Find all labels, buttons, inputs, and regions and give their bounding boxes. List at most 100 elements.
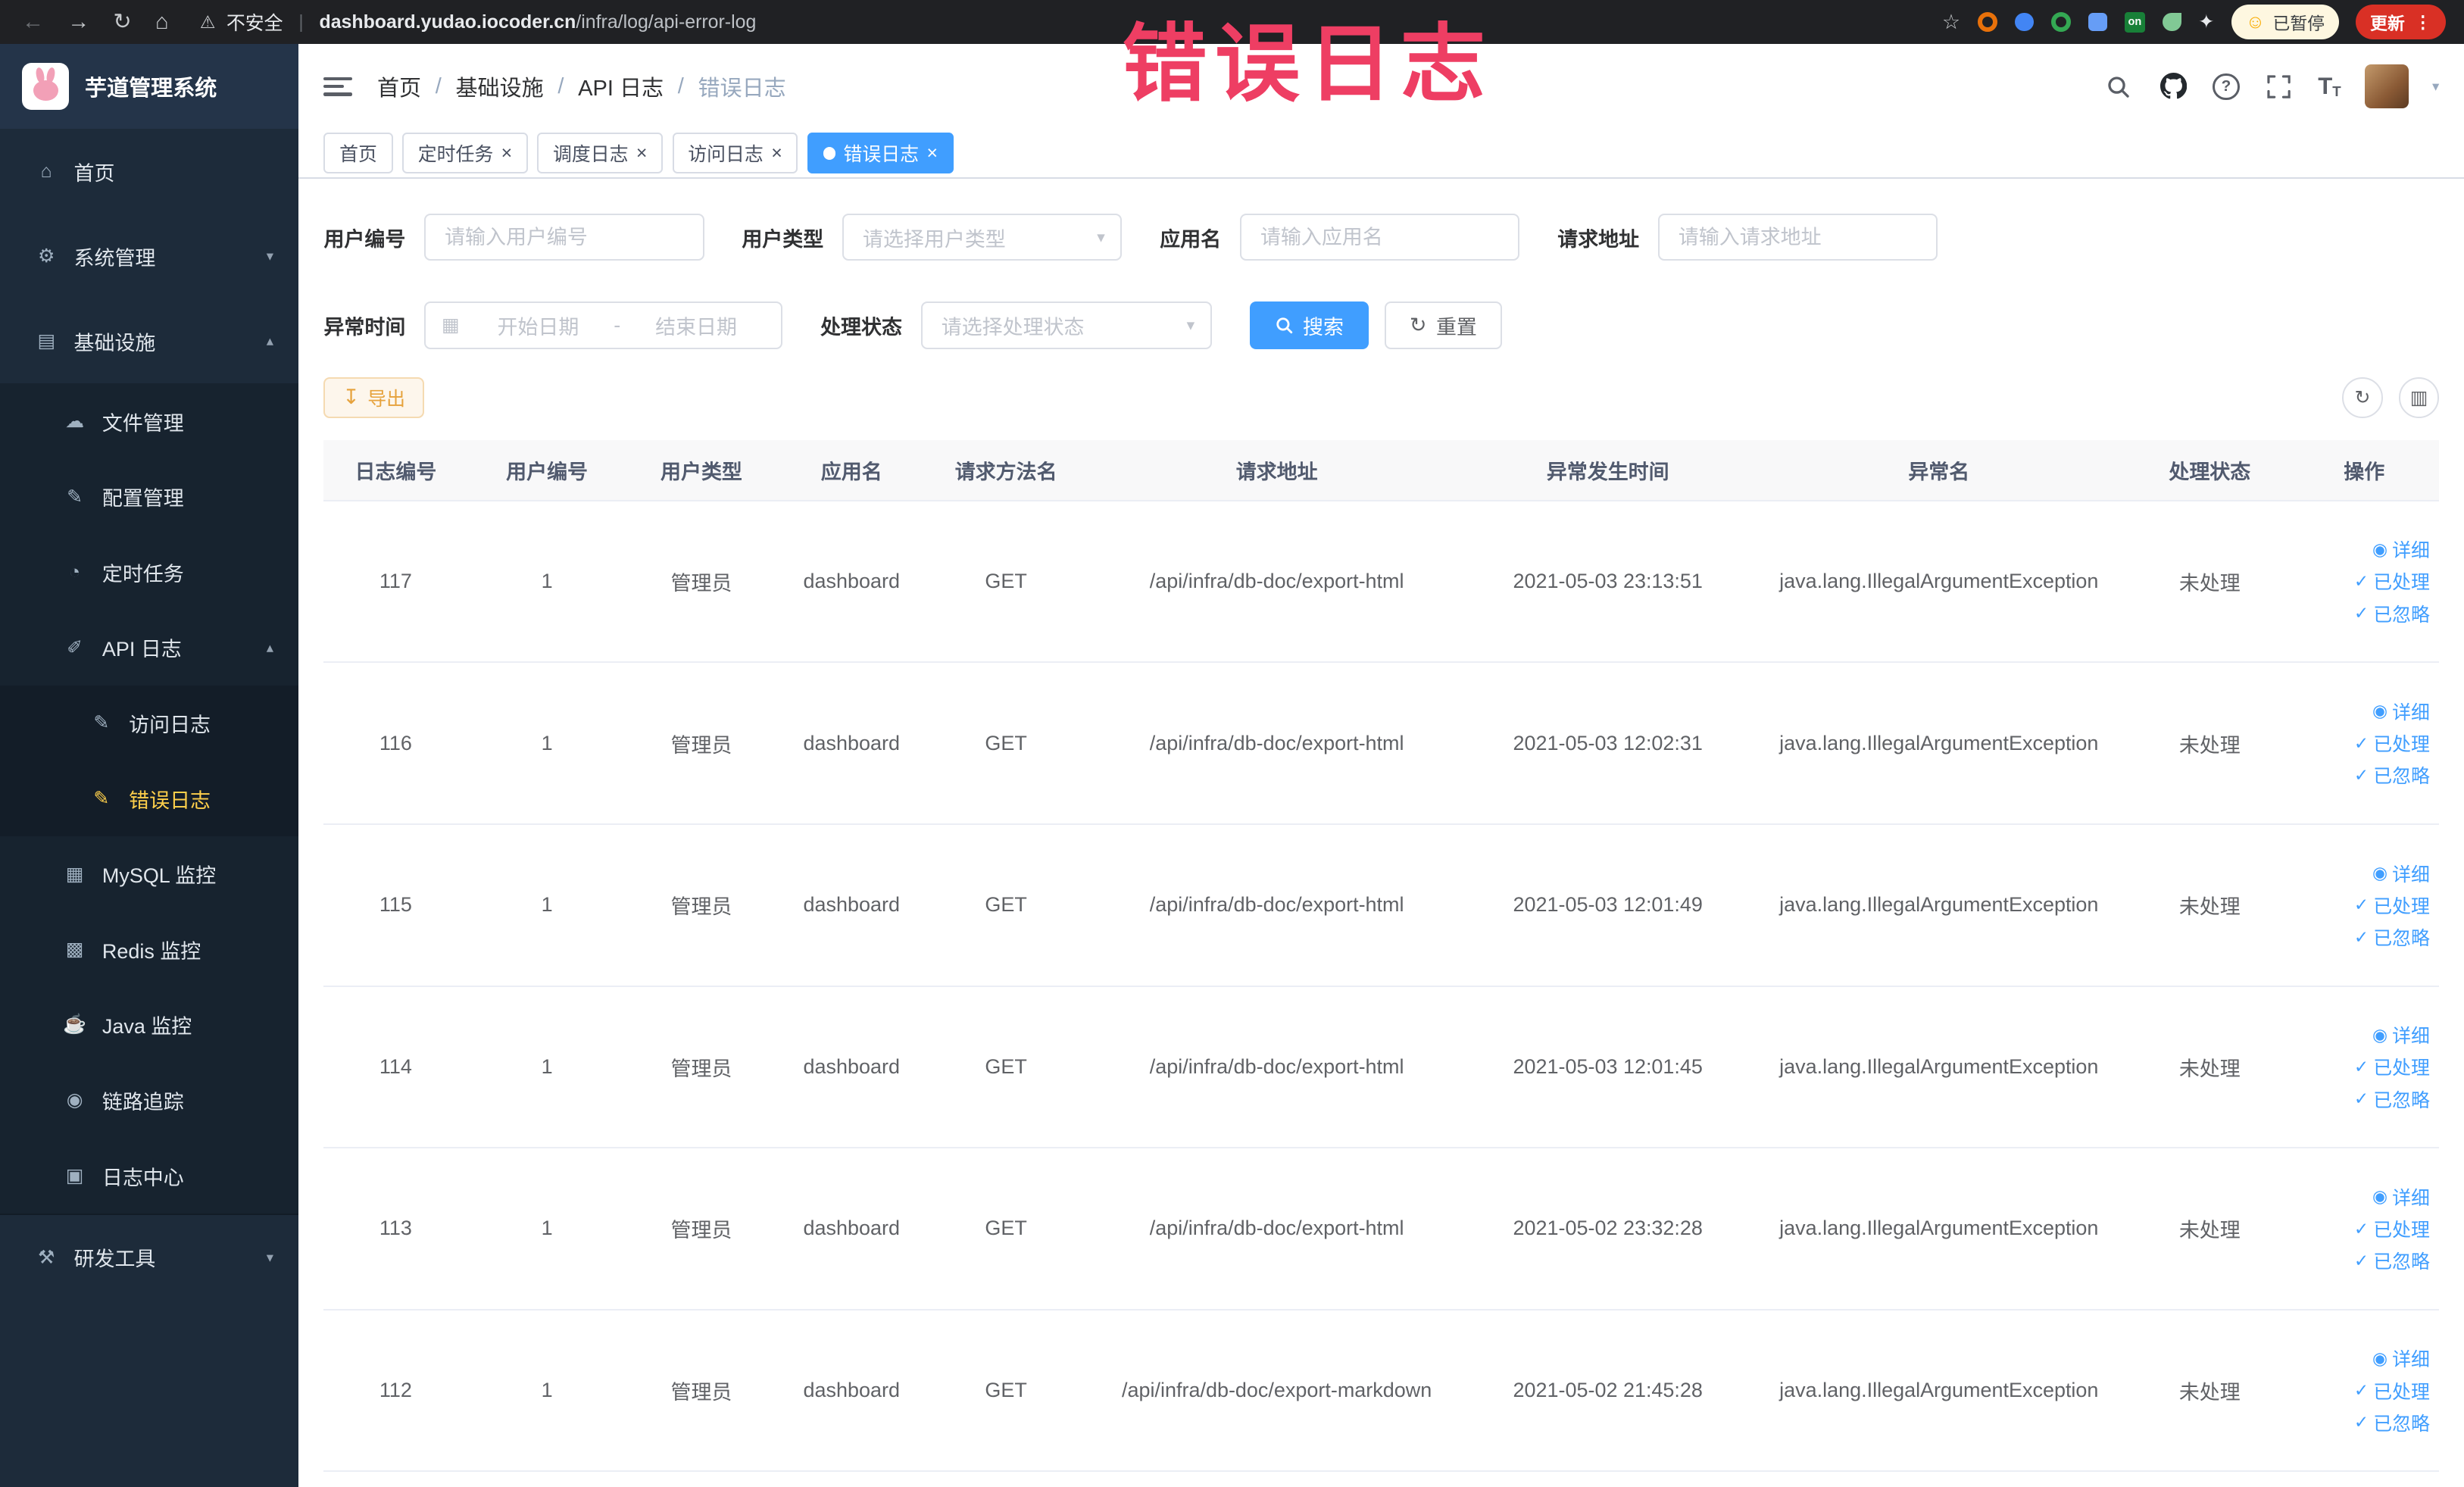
process-status-select[interactable]: 请选择处理状态 ▾	[920, 301, 1212, 349]
mark-ignored-link[interactable]: ✓ 已忽略	[2354, 761, 2430, 789]
sidebar-item-redis-monitor[interactable]: ▩ Redis 监控	[0, 911, 299, 988]
browser-reload-icon[interactable]: ↻	[113, 11, 131, 33]
reset-button[interactable]: ↻ 重置	[1384, 301, 1503, 349]
close-icon[interactable]: ×	[926, 143, 938, 163]
sidebar-item-scheduled-jobs[interactable]: ◔ 定时任务	[0, 534, 299, 611]
tab-dispatch-log[interactable]: 调度日志 ×	[537, 133, 664, 174]
mark-ignored-link[interactable]: ✓ 已忽略	[2354, 1086, 2430, 1113]
fullscreen-icon[interactable]	[2263, 70, 2295, 102]
url-text: dashboard.yudao.iocoder.cn/infra/log/api…	[319, 11, 756, 33]
mark-processed-link[interactable]: ✓ 已处理	[2354, 892, 2430, 919]
exception-time-range-picker[interactable]: ▦ 开始日期 - 结束日期	[424, 301, 783, 349]
sidebar-item-home[interactable]: ⌂ 首页	[0, 129, 299, 214]
paused-badge[interactable]: ☺ 已暂停	[2231, 5, 2339, 39]
sidebar-item-config-management[interactable]: ✎ 配置管理	[0, 458, 299, 535]
tab-scheduled-jobs[interactable]: 定时任务 ×	[402, 133, 528, 174]
user-type-select[interactable]: 请选择用户类型 ▾	[842, 214, 1123, 261]
sidebar-item-label: Java 监控	[101, 1015, 192, 1039]
extension-icon-7[interactable]: ✦	[2198, 11, 2214, 33]
search-button[interactable]: 搜索	[1249, 301, 1369, 349]
close-icon[interactable]: ×	[771, 143, 782, 163]
sidebar-item-system-management[interactable]: ⚙ 系统管理 ▾	[0, 214, 299, 299]
cell-request-url: /api/infra/db-doc/export-html	[1085, 986, 1469, 1149]
export-button[interactable]: ↧ 导出	[323, 376, 424, 418]
mark-ignored-link[interactable]: ✓ 已忽略	[2354, 1409, 2430, 1436]
sidebar-item-mysql-monitor[interactable]: ▦ MySQL 监控	[0, 836, 299, 912]
sidebar-item-file-management[interactable]: ☁ 文件管理	[0, 383, 299, 459]
cell-method: GET	[926, 986, 1085, 1149]
check-icon: ✓	[2353, 1412, 2369, 1432]
extension-icon-1[interactable]	[1977, 11, 1998, 33]
refresh-table-button[interactable]: ↻	[2342, 376, 2383, 418]
browser-home-icon[interactable]: ⌂	[155, 11, 169, 33]
cell-app-name: dashboard	[776, 500, 927, 664]
cell-request-url: /api/infra/db-doc/export-html	[1085, 500, 1469, 664]
mark-processed-link[interactable]: ✓ 已处理	[2354, 1215, 2430, 1242]
column-settings-button[interactable]: ▥	[2398, 376, 2440, 418]
mark-ignored-link[interactable]: ✓ 已忽略	[2354, 600, 2430, 627]
app-name-input[interactable]	[1240, 214, 1520, 261]
cell-log-id: 113	[323, 1148, 468, 1310]
bookmark-star-icon[interactable]: ☆	[1942, 11, 1960, 33]
mark-processed-link[interactable]: ✓ 已处理	[2354, 1053, 2430, 1080]
sidebar-item-java-monitor[interactable]: ☕ Java 监控	[0, 987, 299, 1063]
check-icon: ✓	[2353, 926, 2369, 947]
help-icon[interactable]: ?	[2213, 73, 2240, 100]
browser-menu-icon[interactable]: ⋮	[2414, 12, 2431, 33]
browser-update-button[interactable]: 更新 ⋮	[2356, 5, 2446, 39]
mark-ignored-link[interactable]: ✓ 已忽略	[2354, 923, 2430, 951]
search-icon[interactable]	[2103, 70, 2135, 102]
close-icon[interactable]: ×	[501, 143, 513, 163]
view-detail-link[interactable]: ◉ 详细	[2372, 536, 2430, 563]
table-row: 112 1 管理员 dashboard GET /api/infra/db-do…	[323, 1309, 2440, 1473]
view-detail-link[interactable]: ◉ 详细	[2372, 698, 2430, 725]
mark-processed-link[interactable]: ✓ 已处理	[2354, 729, 2430, 757]
mark-ignored-link[interactable]: ✓ 已忽略	[2354, 1247, 2430, 1274]
address-bar[interactable]: ⚠ 不安全 | dashboard.yudao.iocoder.cn/infra…	[190, 8, 1923, 36]
extension-icon-3[interactable]	[2050, 11, 2072, 33]
cell-exception-time: 2021-05-02 21:45:28	[1468, 1309, 1748, 1473]
breadcrumb-item[interactable]: 基础设施	[455, 70, 543, 102]
close-icon[interactable]: ×	[636, 143, 648, 163]
sidebar-item-infrastructure[interactable]: ▤ 基础设施 ▴	[0, 298, 299, 384]
view-detail-link[interactable]: ◉ 详细	[2372, 860, 2430, 887]
tab-home[interactable]: 首页	[323, 133, 393, 174]
sidebar-toggle-icon[interactable]	[323, 77, 352, 96]
sidebar-item-link-tracing[interactable]: ◉ 链路追踪	[0, 1062, 299, 1139]
tab-access-log[interactable]: 访问日志 ×	[672, 133, 798, 174]
log-icon: ✐	[67, 636, 83, 658]
request-url-input[interactable]	[1657, 214, 1938, 261]
avatar[interactable]	[2364, 64, 2409, 109]
breadcrumb-item[interactable]: API 日志	[578, 70, 664, 102]
extension-icon-2[interactable]	[2015, 12, 2035, 32]
end-date-placeholder: 结束日期	[655, 315, 737, 339]
font-size-icon[interactable]: TT	[2318, 73, 2341, 100]
sidebar-item-error-log[interactable]: ✎ 错误日志	[0, 761, 299, 836]
extension-icon-4[interactable]	[2088, 12, 2108, 32]
extension-icon-5[interactable]: on	[2124, 11, 2145, 33]
sidebar-item-api-log[interactable]: ✐ API 日志 ▴	[0, 610, 299, 686]
cell-exception-name: java.lang.IllegalArgumentException	[1747, 500, 2131, 664]
breadcrumb-item[interactable]: 首页	[377, 70, 421, 102]
github-icon[interactable]	[2158, 70, 2190, 102]
view-detail-link[interactable]: ◉ 详细	[2372, 1345, 2430, 1372]
extension-icon-6[interactable]	[2162, 12, 2181, 32]
view-detail-link[interactable]: ◉ 详细	[2372, 1021, 2430, 1048]
check-icon: ✓	[2353, 571, 2369, 592]
cell-exception-time: 2021-05-02 23:32:28	[1468, 1148, 1748, 1310]
user-id-input[interactable]	[424, 214, 704, 261]
col-request-url: 请求地址	[1085, 439, 1469, 501]
sidebar-item-dev-tools[interactable]: ⚒ 研发工具 ▾	[0, 1213, 299, 1300]
mark-processed-link[interactable]: ✓ 已处理	[2354, 1377, 2430, 1404]
view-detail-link[interactable]: ◉ 详细	[2372, 1183, 2430, 1211]
browser-back-icon[interactable]: ←	[22, 11, 44, 33]
breadcrumb: 首页 / 基础设施 / API 日志 / 错误日志	[377, 70, 786, 102]
chevron-down-icon[interactable]: ▾	[2432, 78, 2439, 95]
mark-processed-link[interactable]: ✓ 已处理	[2354, 567, 2430, 595]
tab-error-log[interactable]: 错误日志 ×	[807, 133, 954, 174]
sidebar-item-access-log[interactable]: ✎ 访问日志	[0, 685, 299, 761]
browser-forward-icon[interactable]: →	[67, 11, 89, 33]
sidebar-item-label: 链路追踪	[101, 1090, 184, 1114]
sidebar-item-log-center[interactable]: ▣ 日志中心	[0, 1138, 299, 1214]
sidebar-item-label: 系统管理	[73, 246, 156, 270]
